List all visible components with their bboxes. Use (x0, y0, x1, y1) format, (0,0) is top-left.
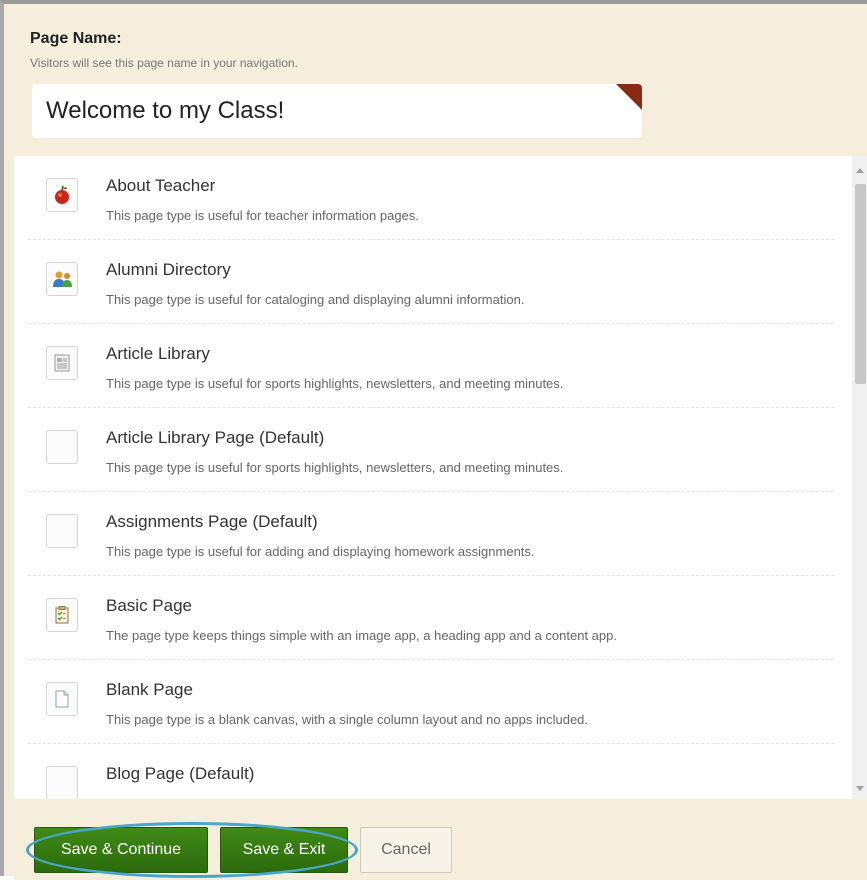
page-name-field-wrapper (32, 84, 642, 138)
corner-flag-icon (616, 84, 642, 110)
page-type-item-basic-page[interactable]: Basic Page The page type keeps things si… (28, 576, 834, 660)
scroll-down-arrow-icon[interactable] (856, 786, 864, 791)
newspaper-icon (46, 346, 78, 380)
save-continue-button[interactable]: Save & Continue (34, 827, 208, 873)
page-type-item-alumni-directory[interactable]: Alumni Directory This page type is usefu… (28, 240, 834, 324)
page-type-description: This page type is useful for cataloging … (106, 292, 525, 307)
page-type-description: This page type is useful for adding and … (106, 544, 535, 559)
page-type-title: Article Library Page (Default) (106, 428, 325, 447)
page-type-title: Basic Page (106, 596, 192, 615)
save-exit-button[interactable]: Save & Exit (220, 827, 348, 873)
cancel-button[interactable]: Cancel (360, 827, 452, 873)
page-type-item-blog-page-default[interactable]: Blog Page (Default) (28, 744, 834, 799)
dialog-frame: Page Name: Visitors will see this page n… (0, 0, 867, 880)
page-type-description: The page type keeps things simple with a… (106, 628, 617, 643)
people-icon (46, 262, 78, 296)
page-type-item-about-teacher[interactable]: About Teacher This page type is useful f… (28, 156, 834, 240)
page-type-description: This page type is a blank canvas, with a… (106, 712, 589, 727)
apple-icon (46, 178, 78, 212)
blank-icon (46, 514, 78, 548)
page-type-title: Alumni Directory (106, 260, 231, 279)
page-type-item-assignments-page-default[interactable]: Assignments Page (Default) This page typ… (28, 492, 834, 576)
dialog-footer: Save & Continue Save & Exit Cancel (14, 800, 867, 880)
page-type-item-blank-page[interactable]: Blank Page This page type is a blank can… (28, 660, 834, 744)
page-name-hint: Visitors will see this page name in your… (30, 56, 298, 70)
page-type-item-article-library[interactable]: Article Library This page type is useful… (28, 324, 834, 408)
clipboard-icon (46, 598, 78, 632)
page-name-section: Page Name: Visitors will see this page n… (14, 14, 867, 154)
page-type-title: Article Library (106, 344, 210, 363)
page-type-description: This page type is useful for sports high… (106, 376, 564, 391)
page-type-title: Assignments Page (Default) (106, 512, 318, 531)
page-type-item-article-library-page-default[interactable]: Article Library Page (Default) This page… (28, 408, 834, 492)
page-type-description: This page type is useful for sports high… (106, 460, 564, 475)
page-type-list-panel: About Teacher This page type is useful f… (14, 156, 867, 799)
blank-icon (46, 430, 78, 464)
document-icon (46, 682, 78, 716)
page-type-description: This page type is useful for teacher inf… (106, 208, 419, 223)
page-type-title: About Teacher (106, 176, 216, 195)
page-type-title: Blank Page (106, 680, 193, 699)
scrollbar-thumb[interactable] (855, 184, 866, 384)
page-type-title: Blog Page (Default) (106, 764, 255, 783)
page-name-input[interactable] (32, 84, 642, 138)
page-name-label: Page Name: (30, 30, 122, 47)
blank-icon (46, 766, 78, 799)
scroll-up-arrow-icon[interactable] (856, 168, 864, 173)
page-type-list: About Teacher This page type is useful f… (14, 156, 852, 799)
list-scrollbar[interactable] (852, 156, 867, 799)
